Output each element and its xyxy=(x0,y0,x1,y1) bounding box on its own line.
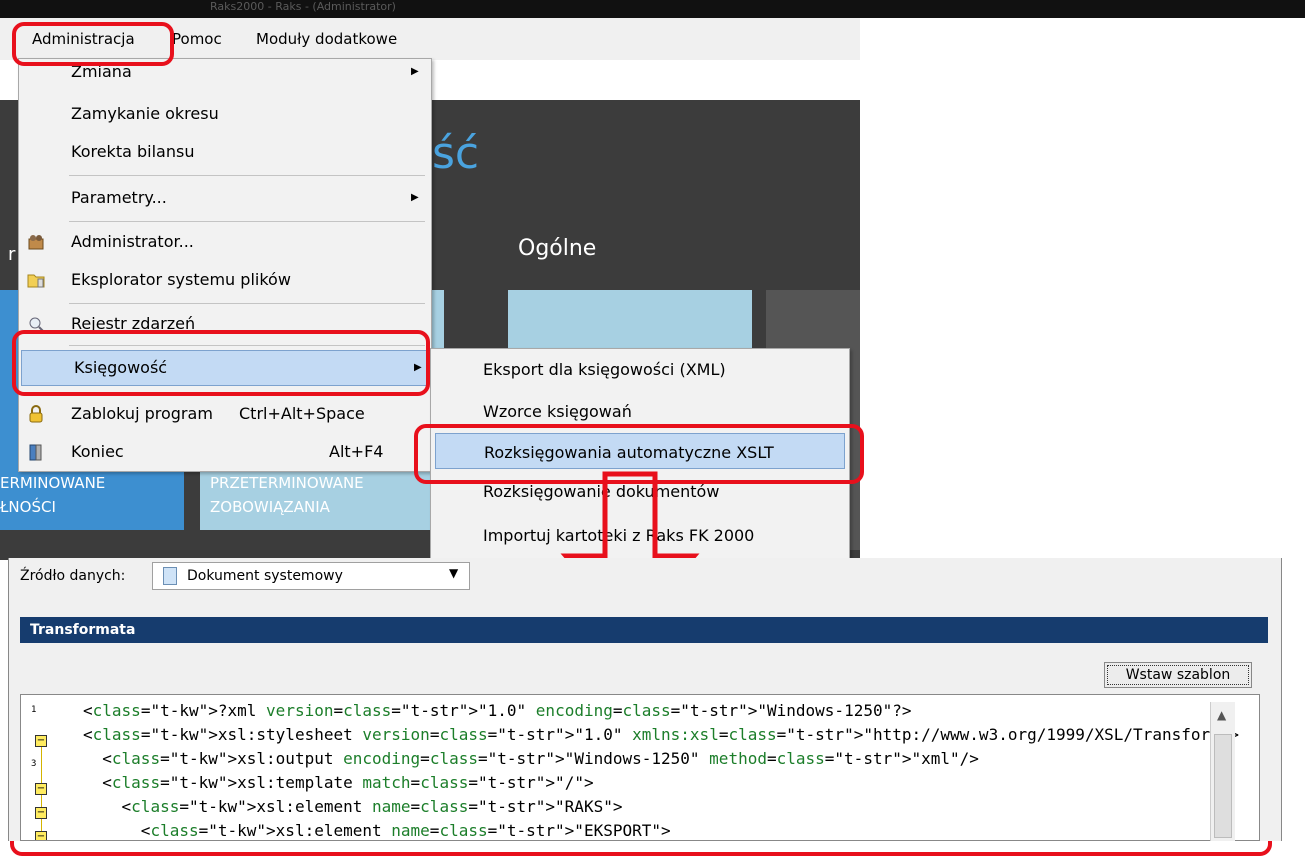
menu-item-label: Eksport dla księgowości (XML) xyxy=(483,360,726,379)
code-line[interactable]: <class="t-kw">?xml version=class="t-str"… xyxy=(83,701,912,720)
tile-label-line1: PRZETERMINOWANE xyxy=(210,474,364,492)
focus-rect xyxy=(1107,665,1249,685)
section-label-ogolne: Ogólne xyxy=(518,236,597,261)
fold-toggle-icon[interactable]: − xyxy=(35,807,47,819)
document-icon xyxy=(163,567,177,585)
menu-moduly-dodatkowe[interactable]: Moduły dodatkowe xyxy=(256,30,397,48)
tile-label-line2: ZOBOWIĄZANIA xyxy=(210,498,330,516)
submenu-arrow-icon: ▶ xyxy=(411,192,419,203)
editor-scrollbar[interactable]: ▲ xyxy=(1210,702,1235,841)
menu-item-parametry[interactable]: Parametry... ▶ xyxy=(19,181,431,215)
insert-template-button[interactable]: Wstaw szablon xyxy=(1104,662,1252,688)
annotation-outline-ksiegowosc xyxy=(12,330,430,396)
code-line[interactable]: <class="t-kw">xsl:element name=class="t-… xyxy=(83,797,623,816)
menu-item-zablokuj-program[interactable]: Zablokuj program Ctrl+Alt+Space xyxy=(19,397,431,431)
fold-toggle-icon[interactable]: − xyxy=(35,783,47,795)
menu-separator xyxy=(69,221,425,222)
line-gutter: 1 3 − − − − xyxy=(21,695,79,840)
window-titlebar: Raks2000 - Raks - (Administrator) xyxy=(0,0,1305,18)
menu-item-administrator[interactable]: Administrator... xyxy=(19,225,431,259)
side-letter: r xyxy=(8,244,16,265)
window-title: Raks2000 - Raks - (Administrator) xyxy=(210,0,396,13)
menu-pomoc[interactable]: Pomoc xyxy=(172,30,222,48)
menu-item-label: Zablokuj program xyxy=(71,404,213,423)
tile-label-line2: ŁNOŚCI xyxy=(0,498,56,516)
line-number: 3 xyxy=(31,759,37,769)
line-number: 1 xyxy=(31,705,37,715)
submenu-item-eksport-xml[interactable]: Eksport dla księgowości (XML) xyxy=(431,351,849,389)
menu-item-koniec[interactable]: Koniec Alt+F4 xyxy=(19,435,431,469)
administrator-icon xyxy=(28,235,44,250)
section-header-transformata: Transformata xyxy=(20,617,1268,643)
code-line[interactable]: <class="t-kw">xsl:template match=class="… xyxy=(83,773,593,792)
shortcut-label: Alt+F4 xyxy=(329,442,384,461)
administracja-menu: Zmiana ▶ Zamykanie okresu Korekta bilans… xyxy=(18,58,432,472)
fold-toggle-icon[interactable]: − xyxy=(35,831,47,840)
folder-icon xyxy=(27,274,45,288)
source-label: Źródło danych: xyxy=(20,568,126,584)
fold-toggle-icon[interactable]: − xyxy=(35,735,47,747)
menu-item-korekta-bilansu[interactable]: Korekta bilansu xyxy=(19,135,431,169)
menu-separator xyxy=(69,303,425,304)
menu-item-label: Zamykanie okresu xyxy=(71,104,219,123)
annotation-outline-administracja xyxy=(12,22,174,66)
lock-icon xyxy=(29,405,43,423)
source-combobox-value: Dokument systemowy xyxy=(187,568,343,584)
menu-item-label: Administrator... xyxy=(71,232,194,251)
dashboard-title: ść xyxy=(432,128,480,179)
menu-item-label: Parametry... xyxy=(71,188,167,207)
menu-separator xyxy=(69,175,425,176)
code-line[interactable]: <class="t-kw">xsl:stylesheet version=cla… xyxy=(83,725,1239,744)
menu-item-zamykanie-okresu[interactable]: Zamykanie okresu xyxy=(19,97,431,131)
shortcut-label: Ctrl+Alt+Space xyxy=(239,404,365,423)
scroll-thumb[interactable] xyxy=(1214,734,1232,838)
menu-item-eksplorator[interactable]: Eksplorator systemu plików xyxy=(19,263,431,297)
submenu-arrow-icon: ▶ xyxy=(411,66,419,77)
code-editor[interactable]: 1 3 − − − − <class="t-kw">?xml version=c… xyxy=(20,694,1260,841)
chevron-down-icon[interactable]: ▼ xyxy=(449,566,458,580)
tile-label-line1: ERMINOWANE xyxy=(0,474,106,492)
code-line[interactable]: <class="t-kw">xsl:element name=class="t-… xyxy=(83,821,671,840)
code-line[interactable]: <class="t-kw">xsl:output encoding=class=… xyxy=(83,749,979,768)
menu-item-zmiana[interactable]: Zmiana ▶ xyxy=(19,61,431,95)
source-combobox[interactable]: Dokument systemowy ▼ xyxy=(152,562,470,590)
exit-door-icon xyxy=(29,444,42,461)
scroll-up-icon[interactable]: ▲ xyxy=(1217,708,1226,722)
menu-item-label: Korekta bilansu xyxy=(71,142,195,161)
menu-item-label: Eksplorator systemu plików xyxy=(71,270,291,289)
menu-item-label: Koniec xyxy=(71,442,124,461)
